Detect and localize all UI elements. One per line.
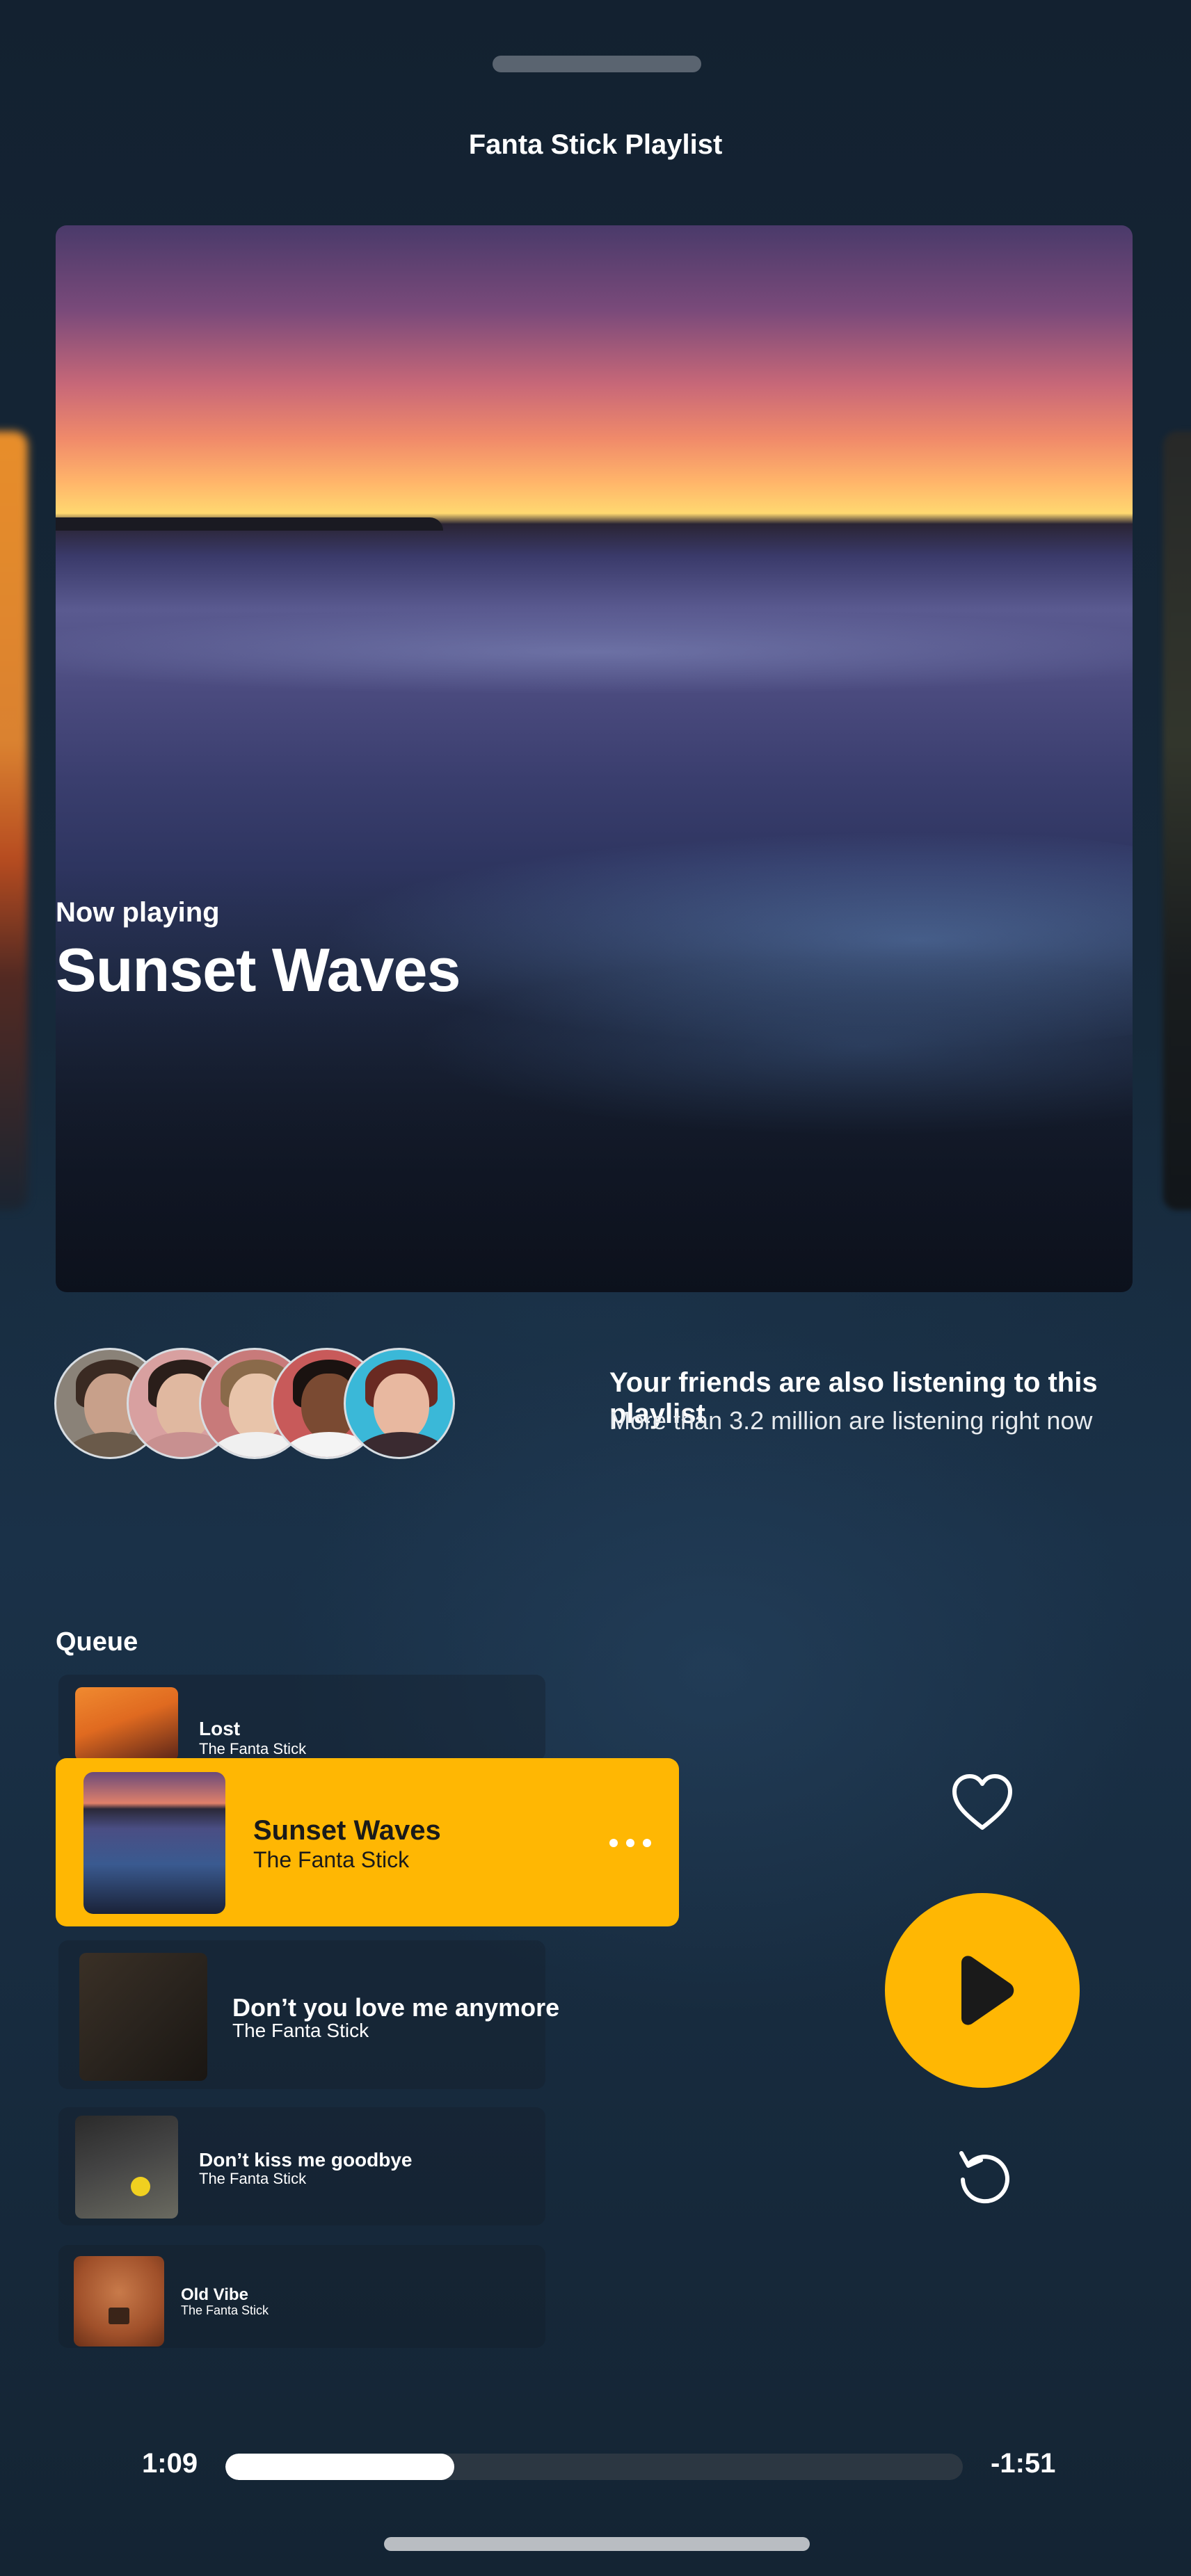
track-artist: The Fanta Stick [181,2303,269,2317]
queue-item[interactable]: Don’t kiss me goodbye The Fanta Stick [58,2107,545,2225]
friends-avatar-group[interactable] [54,1348,472,1462]
replay-icon[interactable] [953,2143,1013,2206]
queue-heading: Queue [56,1627,138,1657]
queue-item[interactable]: Lost The Fanta Stick [58,1675,545,1761]
artwork-horizon [56,517,444,531]
more-dots-icon[interactable] [609,1829,651,1857]
track-title: Lost [199,1718,241,1739]
track-title: Sunset Waves [253,1815,441,1846]
track-title: Don’t you love me anymore [232,1993,560,2022]
track-title: Old Vibe [181,2285,248,2304]
track-artist: The Fanta Stick [199,1740,307,1757]
remaining-time: -1:51 [991,2448,1056,2479]
now-playing-artwork[interactable] [56,225,1133,1292]
now-playing-label: Now playing [56,897,220,928]
track-thumbnail [75,1687,178,1761]
track-thumbnail [79,1953,207,2081]
play-button[interactable] [885,1893,1080,2088]
player-screen: Fanta Stick Playlist Now playing Sunset … [0,0,1191,2576]
progress-bar[interactable] [225,2454,963,2480]
track-thumbnail [83,1772,225,1914]
next-artwork-peek[interactable] [1163,431,1191,1210]
track-title: Don’t kiss me goodbye [199,2149,413,2171]
track-thumbnail [74,2256,164,2346]
playlist-title: Fanta Stick Playlist [468,129,723,160]
home-indicator [384,2537,810,2551]
artwork-shade [56,865,1133,1292]
track-artist: The Fanta Stick [232,2020,369,2041]
previous-artwork-peek[interactable] [0,431,28,1210]
friends-listening-subtitle: More than 3.2 million are listening righ… [609,1406,1093,1435]
artwork-wave [56,609,1133,695]
now-playing-title: Sunset Waves [56,935,461,1004]
queue-item[interactable]: Don’t you love me anymore The Fanta Stic… [58,1940,559,2089]
track-thumbnail [75,2116,178,2219]
progress-fill [225,2454,454,2480]
sheet-grab-handle[interactable] [493,56,701,72]
queue-item[interactable]: Old Vibe The Fanta Stick [58,2245,545,2348]
elapsed-time: 1:09 [142,2448,198,2479]
track-artist: The Fanta Stick [199,2170,307,2187]
heart-icon[interactable] [950,1772,1014,1832]
avatar [344,1348,455,1459]
track-artist: The Fanta Stick [253,1847,410,1872]
play-icon [961,1956,1014,2025]
